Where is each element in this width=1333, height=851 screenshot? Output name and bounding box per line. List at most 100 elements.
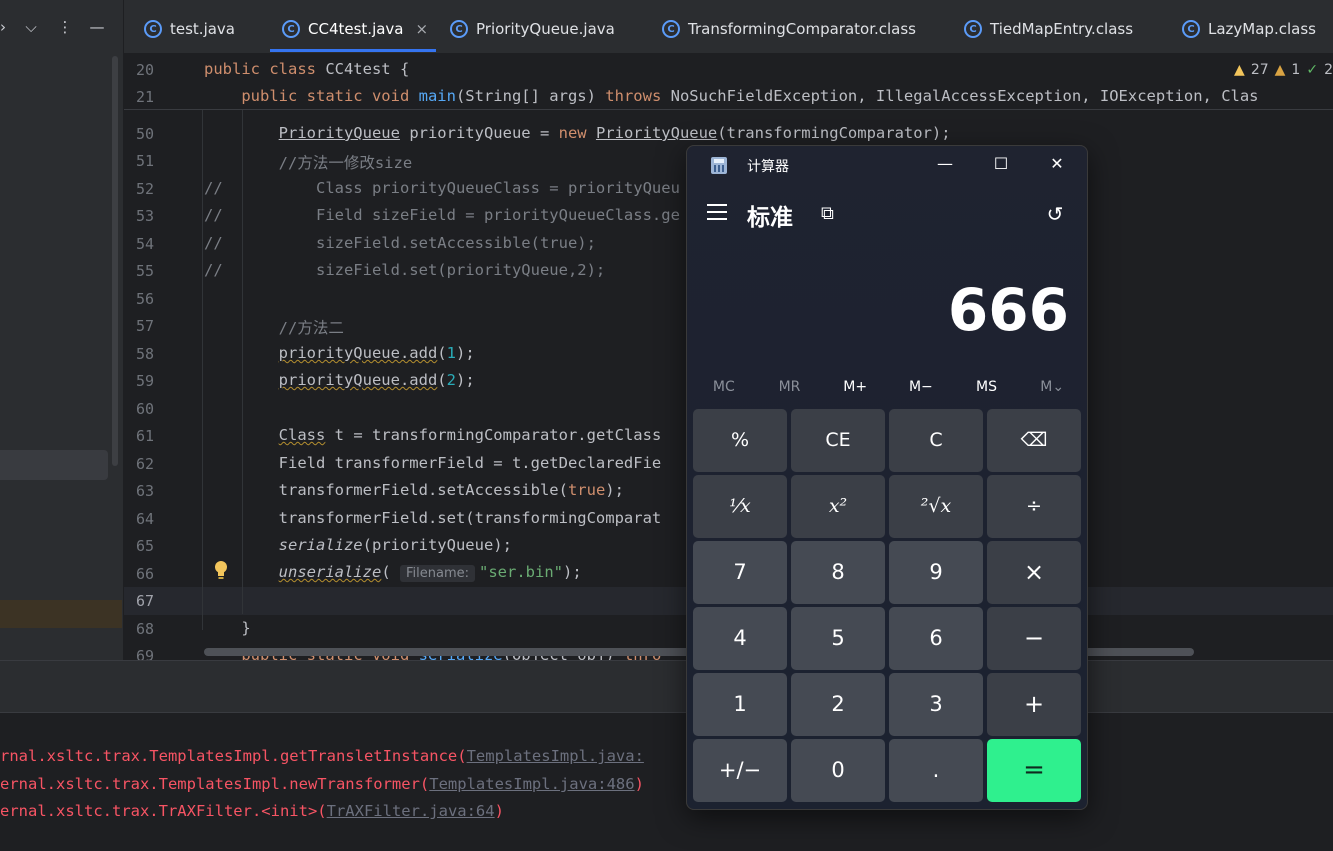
code-line[interactable]: // Class priorityQueueClass = priorityQu… — [204, 179, 680, 197]
reciprocal-button[interactable]: ⅟x — [693, 475, 787, 538]
digit-3-button[interactable]: 3 — [889, 673, 983, 736]
digit-1-button[interactable]: 1 — [693, 673, 787, 736]
console-link[interactable]: TrAXFilter.java:64 — [327, 802, 495, 820]
console-link[interactable]: TemplatesImpl.java: — [467, 747, 644, 765]
digit-8-button[interactable]: 8 — [791, 541, 885, 604]
inspection-widget[interactable]: ▲ 27 ▲ 1 ✓ 2 — [1234, 62, 1333, 78]
warning-icon: ▲ — [1234, 62, 1245, 78]
clear-button[interactable]: C — [889, 409, 983, 472]
collapse-icon[interactable]: ⌵ — [20, 16, 42, 38]
line-number: 67 — [135, 592, 154, 610]
minimize-panel-icon[interactable]: — — [86, 16, 108, 38]
code-line[interactable]: public class CC4test { — [204, 60, 409, 78]
digit-4-button[interactable]: 4 — [693, 607, 787, 670]
code-line[interactable]: Class t = transformingComparator.getClas… — [204, 426, 662, 444]
code-line[interactable]: // Field sizeField = priorityQueueClass.… — [204, 206, 680, 224]
line-number: 58 — [135, 345, 154, 363]
expand-icon[interactable]: › — [0, 16, 14, 38]
square-button[interactable]: x² — [791, 475, 885, 538]
code-line[interactable]: // sizeField.set(priorityQueue,2); — [204, 261, 605, 279]
tab-cc4test-java[interactable]: C CC4test.java × — [270, 10, 440, 48]
digit-7-button[interactable]: 7 — [693, 541, 787, 604]
tab-label: TransformingComparator.class — [688, 20, 916, 38]
digit-2-button[interactable]: 2 — [791, 673, 885, 736]
memory-subtract-button[interactable]: M− — [888, 372, 954, 402]
code-line[interactable]: transformerField.set(transformingCompara… — [204, 509, 662, 527]
decimal-button[interactable]: . — [889, 739, 983, 802]
code-line[interactable]: transformerField.setAccessible(true); — [204, 481, 624, 499]
tab-tiedmapentry-class[interactable]: C TiedMapEntry.class — [952, 10, 1145, 48]
add-button[interactable]: + — [987, 673, 1081, 736]
memory-clear-button[interactable]: MC — [691, 372, 757, 402]
code-line[interactable]: priorityQueue.add(1); — [204, 344, 475, 362]
equals-button[interactable]: = — [987, 739, 1081, 802]
tab-label: test.java — [170, 20, 236, 38]
digit-5-button[interactable]: 5 — [791, 607, 885, 670]
subtract-button[interactable]: − — [987, 607, 1081, 670]
run-panel-toolbar — [0, 660, 1333, 712]
tab-transformingcomparator-class[interactable]: C TransformingComparator.class — [650, 10, 928, 48]
digit-9-button[interactable]: 9 — [889, 541, 983, 604]
calculator-titlebar[interactable]: 计算器 — ☐ ✕ — [687, 146, 1087, 184]
indent-guide — [202, 110, 203, 630]
code-line[interactable]: serialize(priorityQueue); — [204, 536, 512, 554]
console-link[interactable]: TemplatesImpl.java:486 — [429, 775, 634, 793]
code-line[interactable]: public static void main(String[] args) t… — [204, 87, 1258, 105]
project-tree-selected-item[interactable] — [0, 450, 108, 480]
code-line[interactable]: // sizeField.setAccessible(true); — [204, 234, 596, 252]
multiply-button[interactable]: × — [987, 541, 1081, 604]
divide-button[interactable]: ÷ — [987, 475, 1081, 538]
active-tab-indicator — [270, 49, 436, 52]
editor-tab-bar: C test.java C CC4test.java × C PriorityQ… — [124, 0, 1333, 54]
close-icon[interactable]: × — [416, 20, 429, 38]
sticky-lines[interactable]: 20 public class CC4test { 21 public stat… — [124, 54, 1333, 110]
close-button[interactable]: ✕ — [1029, 146, 1085, 182]
java-class-icon: C — [450, 20, 468, 38]
digit-0-button[interactable]: 0 — [791, 739, 885, 802]
tab-label: LazyMap.class — [1208, 20, 1316, 38]
code-line[interactable]: //方法二 — [204, 316, 344, 338]
java-class-icon: C — [1182, 20, 1200, 38]
line-number: 53 — [135, 207, 154, 225]
line-number: 59 — [135, 372, 154, 390]
code-line[interactable]: Field transformerField = t.getDeclaredFi… — [204, 454, 662, 472]
tab-lazymap-class[interactable]: C LazyMap.class — [1170, 10, 1328, 48]
memory-list-button[interactable]: M⌄ — [1019, 372, 1085, 402]
code-line[interactable]: } — [204, 619, 250, 637]
project-tree-highlight — [0, 600, 122, 628]
code-line[interactable]: priorityQueue.add(2); — [204, 371, 475, 389]
tab-priorityqueue-java[interactable]: C PriorityQueue.java — [438, 10, 627, 48]
line-number: 64 — [135, 510, 154, 528]
code-line[interactable]: PriorityQueue priorityQueue = new Priori… — [204, 124, 951, 142]
clear-entry-button[interactable]: CE — [791, 409, 885, 472]
maximize-button[interactable]: ☐ — [973, 146, 1029, 182]
tab-test-java[interactable]: C test.java — [132, 10, 247, 48]
backspace-button[interactable]: ⌫ — [987, 409, 1081, 472]
memory-add-button[interactable]: M+ — [822, 372, 888, 402]
code-line[interactable]: //方法一修改size — [204, 151, 413, 173]
digit-6-button[interactable]: 6 — [889, 607, 983, 670]
keep-on-top-icon[interactable]: ⧉ — [821, 204, 841, 224]
result-display: 666 — [947, 276, 1069, 344]
tab-label: PriorityQueue.java — [476, 20, 615, 38]
line-number: 62 — [135, 455, 154, 473]
negate-button[interactable]: +/− — [693, 739, 787, 802]
percent-button[interactable]: % — [693, 409, 787, 472]
line-number: 69 — [135, 647, 154, 660]
java-class-icon: C — [282, 20, 300, 38]
square-root-button[interactable]: ²√x — [889, 475, 983, 538]
more-options-icon[interactable]: ⋮ — [54, 16, 76, 38]
history-icon[interactable]: ↺ — [1043, 202, 1067, 226]
line-number: 68 — [135, 620, 154, 638]
line-number: 65 — [135, 537, 154, 555]
line-number: 56 — [135, 290, 154, 308]
minimize-button[interactable]: — — [917, 146, 973, 182]
code-line[interactable]: unserialize( Filename: "ser.bin"); — [204, 563, 582, 582]
project-tree-scrollbar[interactable] — [112, 56, 118, 466]
memory-store-button[interactable]: MS — [954, 372, 1020, 402]
console-line: ernal.xsltc.trax.TrAXFilter.<init>(TrAXF… — [0, 802, 504, 820]
line-number: 21 — [135, 88, 154, 106]
hamburger-menu-icon[interactable] — [707, 204, 727, 224]
run-console[interactable]: rnal.xsltc.trax.TemplatesImpl.getTransle… — [0, 712, 1333, 851]
memory-recall-button[interactable]: MR — [757, 372, 823, 402]
